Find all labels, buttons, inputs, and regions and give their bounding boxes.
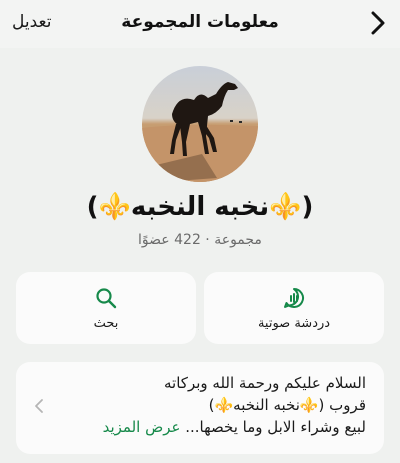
top-bar: معلومات المجموعة تعديل — [0, 0, 400, 48]
description-line: السلام عليكم ورحمة الله وبركاته — [164, 374, 366, 392]
show-more-link[interactable]: عرض المزيد — [103, 418, 181, 436]
page-title: معلومات المجموعة — [121, 12, 279, 32]
description-line: لبيع وشراء الابل وما يخصها... عرض المزيد — [56, 416, 366, 438]
search-icon — [96, 288, 117, 309]
group-description[interactable]: السلام عليكم ورحمة الله وبركاته قروب (⚜️… — [16, 362, 384, 454]
description-line-text: لبيع وشراء الابل وما يخصها... — [185, 418, 366, 436]
group-name: (⚜️نخبه النخبه⚜️) — [86, 192, 314, 222]
group-member-count: مجموعة · 422 عضوًا — [138, 232, 262, 248]
voice-chat-button[interactable]: دردشة صوتية — [204, 272, 384, 344]
chevron-left-icon — [35, 399, 43, 413]
search-button[interactable]: بحث — [16, 272, 196, 344]
camel-photo — [142, 66, 258, 182]
group-avatar[interactable] — [142, 66, 258, 182]
description-line: قروب (⚜️نخبه النخبه⚜️) — [208, 396, 366, 414]
search-label: بحث — [93, 316, 119, 331]
edit-button[interactable]: تعديل — [12, 12, 51, 32]
voice-chat-label: دردشة صوتية — [257, 316, 331, 331]
description-text: السلام عليكم ورحمة الله وبركاته قروب (⚜️… — [56, 372, 366, 438]
voice-chat-icon — [284, 288, 304, 308]
